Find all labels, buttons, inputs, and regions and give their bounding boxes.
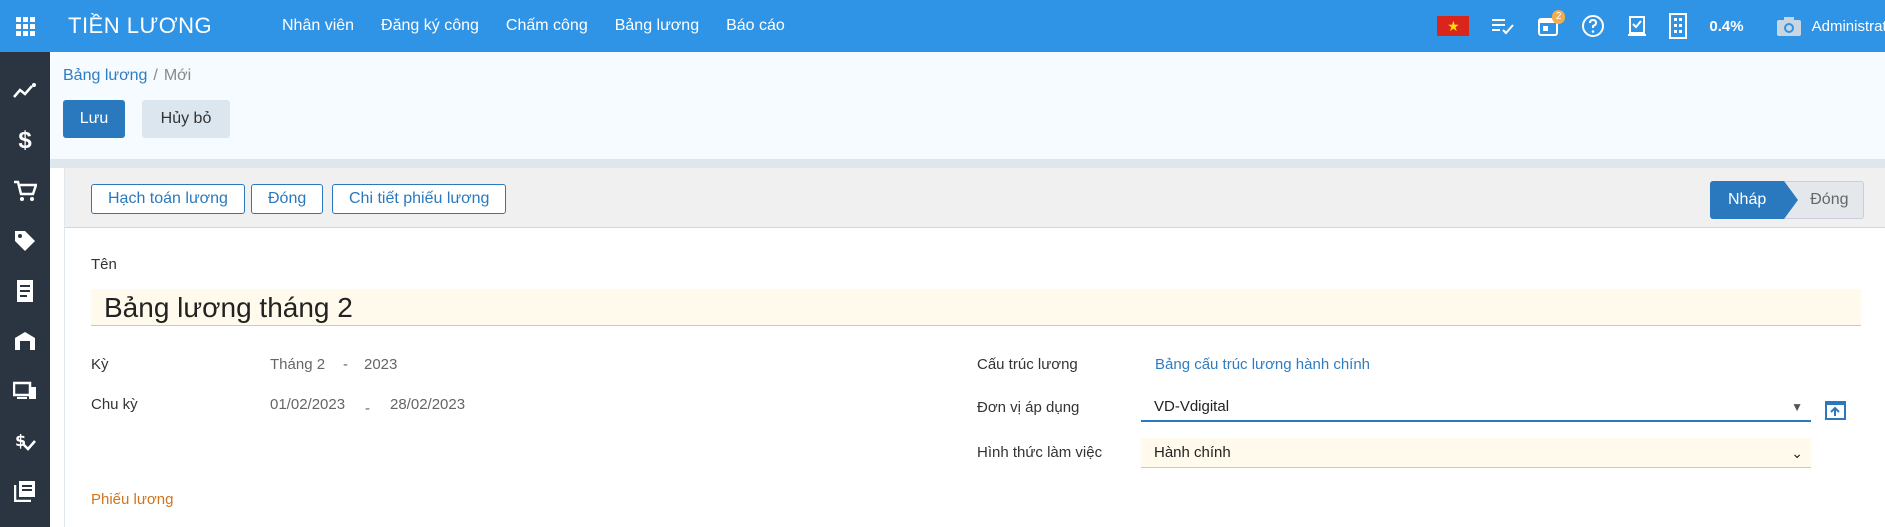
breadcrumb-separator: / xyxy=(153,67,158,84)
app-title: TIỀN LƯƠNG xyxy=(68,13,213,38)
stage-draft[interactable]: Nháp xyxy=(1710,181,1799,219)
payroll-accounting-button[interactable]: Hạch toán lương xyxy=(91,184,245,214)
status-bar: Hạch toán lương Đóng Chi tiết phiếu lươn… xyxy=(65,168,1885,228)
dashboard-chart-icon[interactable] xyxy=(0,66,50,116)
library-books-icon[interactable] xyxy=(0,466,50,516)
external-link-icon[interactable] xyxy=(1824,398,1848,422)
main-menu: Nhân viên Đăng ký công Chấm công Bảng lư… xyxy=(282,17,812,35)
activity-badge: 2 xyxy=(1551,10,1566,24)
cycle-start-date[interactable]: 01/02/2023 xyxy=(270,396,345,413)
control-panel: Bảng lương / Mới Lưu Hủy bỏ xyxy=(50,52,1885,160)
cycle-end-date[interactable]: 28/02/2023 xyxy=(390,396,465,413)
cycle-label: Chu kỳ xyxy=(91,396,138,413)
devices-icon[interactable] xyxy=(0,366,50,416)
payslips-section-title[interactable]: Phiếu lương xyxy=(91,491,173,508)
cycle-dash: - xyxy=(365,400,370,417)
top-navbar: TIỀN LƯƠNG Nhân viên Đăng ký công Chấm c… xyxy=(0,0,1885,52)
menu-item-employees[interactable]: Nhân viên xyxy=(282,17,354,35)
work-type-label: Hình thức làm việc xyxy=(977,444,1103,461)
close-payroll-button[interactable]: Đóng xyxy=(251,184,324,214)
name-input[interactable]: Bảng lương tháng 2 xyxy=(91,289,1861,326)
payment-check-icon[interactable]: $ xyxy=(0,416,50,466)
work-type-value: Hành chính xyxy=(1154,444,1231,461)
discard-button[interactable]: Hủy bỏ xyxy=(142,100,230,138)
menu-item-payroll[interactable]: Bảng lương xyxy=(615,17,699,35)
menu-item-timekeeping[interactable]: Chấm công xyxy=(506,17,588,35)
breadcrumb: Bảng lương / Mới xyxy=(63,67,191,85)
period-dash: - xyxy=(343,356,348,373)
help-icon[interactable] xyxy=(1581,0,1605,52)
apps-menu-icon[interactable] xyxy=(0,0,50,52)
name-label: Tên xyxy=(91,256,117,273)
period-label: Kỳ xyxy=(91,356,109,373)
user-menu[interactable]: Administrato xyxy=(1812,0,1885,52)
dollar-icon[interactable]: $ xyxy=(0,116,50,166)
stage-indicator: Nháp Đóng xyxy=(1710,181,1864,219)
tag-icon[interactable] xyxy=(0,216,50,266)
camera-avatar-icon[interactable] xyxy=(1776,0,1802,52)
sheet-divider xyxy=(50,160,1885,168)
company-building-icon[interactable] xyxy=(1669,0,1688,52)
menu-item-reports[interactable]: Báo cáo xyxy=(726,17,785,35)
breadcrumb-parent[interactable]: Bảng lương xyxy=(63,67,147,84)
payslip-details-button[interactable]: Chi tiết phiếu lương xyxy=(332,184,507,214)
storage-percent: 0.4% xyxy=(1709,17,1744,35)
applied-unit-select[interactable]: VD-Vdigital ▼ xyxy=(1141,392,1811,422)
chevron-down-icon[interactable]: ▼ xyxy=(1791,392,1803,422)
applied-unit-value: VD-Vdigital xyxy=(1154,398,1230,415)
applied-unit-label: Đơn vị áp dụng xyxy=(977,399,1080,416)
period-year-field[interactable]: 2023 xyxy=(364,356,397,373)
menu-item-attendance-registration[interactable]: Đăng ký công xyxy=(381,17,479,35)
inventory-box-icon[interactable] xyxy=(0,316,50,366)
activity-calendar-icon[interactable]: 2 xyxy=(1537,0,1566,52)
work-type-select[interactable]: Hành chính ⌄ xyxy=(1141,438,1811,468)
save-button[interactable]: Lưu xyxy=(63,100,125,138)
form-sheet: Hạch toán lương Đóng Chi tiết phiếu lươn… xyxy=(64,168,1885,527)
approval-icon[interactable] xyxy=(1627,0,1647,52)
checklist-icon[interactable] xyxy=(1491,0,1515,52)
breadcrumb-current: Mới xyxy=(163,67,192,84)
document-icon[interactable] xyxy=(0,266,50,316)
salary-structure-link[interactable]: Bảng cấu trúc lương hành chính xyxy=(1155,356,1370,373)
period-month-field[interactable]: Tháng 2 xyxy=(270,356,325,373)
salary-structure-label: Cấu trúc lương xyxy=(977,356,1078,373)
sidebar: $ $ xyxy=(0,52,50,527)
cart-icon[interactable] xyxy=(0,166,50,216)
systray: ★ 2 0.4% Administrato xyxy=(1415,0,1885,52)
language-flag-icon[interactable]: ★ xyxy=(1437,0,1470,52)
chevron-down-icon[interactable]: ⌄ xyxy=(1791,438,1803,468)
